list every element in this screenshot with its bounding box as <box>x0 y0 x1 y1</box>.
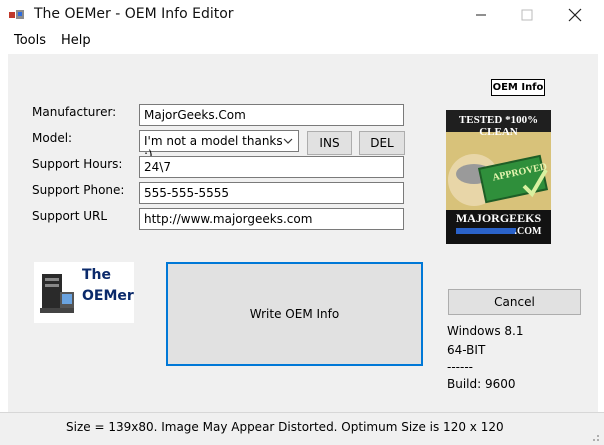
client-area: Manufacturer: MajorGeeks.Com Model: I'm … <box>8 54 598 412</box>
resize-grip-icon[interactable] <box>588 430 600 442</box>
model-select[interactable]: I'm not a model thanks :) <box>139 130 299 162</box>
logo-line-1: The <box>82 267 112 283</box>
minimize-icon <box>476 14 486 16</box>
logo-line-2: OEMer <box>82 288 134 304</box>
majorgeeks-seal-image: TESTED *100% CLEAN APPROVED MAJORGEEKS .… <box>446 110 551 244</box>
oem-info-badge: OEM Info <box>491 79 545 96</box>
arch-text: 64-BIT <box>447 343 486 357</box>
ins-button[interactable]: INS <box>307 131 352 155</box>
status-bar: Size = 139x80. Image May Appear Distorte… <box>0 412 604 445</box>
close-button[interactable] <box>552 0 598 30</box>
support-phone-field[interactable]: 555-555-5555 <box>139 182 404 204</box>
support-phone-label: Support Phone: <box>32 183 125 197</box>
support-url-label: Support URL <box>32 209 108 223</box>
separator-text: ------ <box>447 360 473 374</box>
manufacturer-field[interactable]: MajorGeeks.Com <box>139 104 404 126</box>
support-hours-field[interactable]: 24\7 <box>139 156 404 178</box>
computer-icon <box>40 274 74 313</box>
seal-com-text: .COM <box>514 226 542 237</box>
status-text: Size = 139x80. Image May Appear Distorte… <box>66 420 504 434</box>
maximize-icon <box>521 9 533 21</box>
write-oem-info-button[interactable]: Write OEM Info <box>166 262 423 366</box>
window-title: The OEMer - OEM Info Editor <box>34 6 234 22</box>
menu-bar: Tools Help <box>0 30 604 52</box>
manufacturer-label: Manufacturer: <box>32 105 117 119</box>
seal-bottom-text: MAJORGEEKS <box>455 211 542 225</box>
close-icon <box>568 8 582 22</box>
app-icon <box>9 10 24 19</box>
model-label: Model: <box>32 131 73 145</box>
minimize-button[interactable] <box>458 0 504 30</box>
support-url-field[interactable]: http://www.majorgeeks.com <box>139 208 404 230</box>
support-hours-label: Support Hours: <box>32 157 123 171</box>
oemer-logo: The OEMer <box>34 262 134 323</box>
menu-help[interactable]: Help <box>61 33 91 48</box>
cancel-button[interactable]: Cancel <box>448 289 581 315</box>
chevron-down-icon <box>283 138 293 144</box>
maximize-button[interactable] <box>504 0 550 30</box>
build-text: Build: 9600 <box>447 377 516 391</box>
title-bar: The OEMer - OEM Info Editor <box>0 0 604 30</box>
os-version-text: Windows 8.1 <box>447 324 524 338</box>
seal-top-text: TESTED *100% CLEAN <box>458 114 539 138</box>
del-button[interactable]: DEL <box>359 131 405 155</box>
menu-tools[interactable]: Tools <box>14 33 46 48</box>
